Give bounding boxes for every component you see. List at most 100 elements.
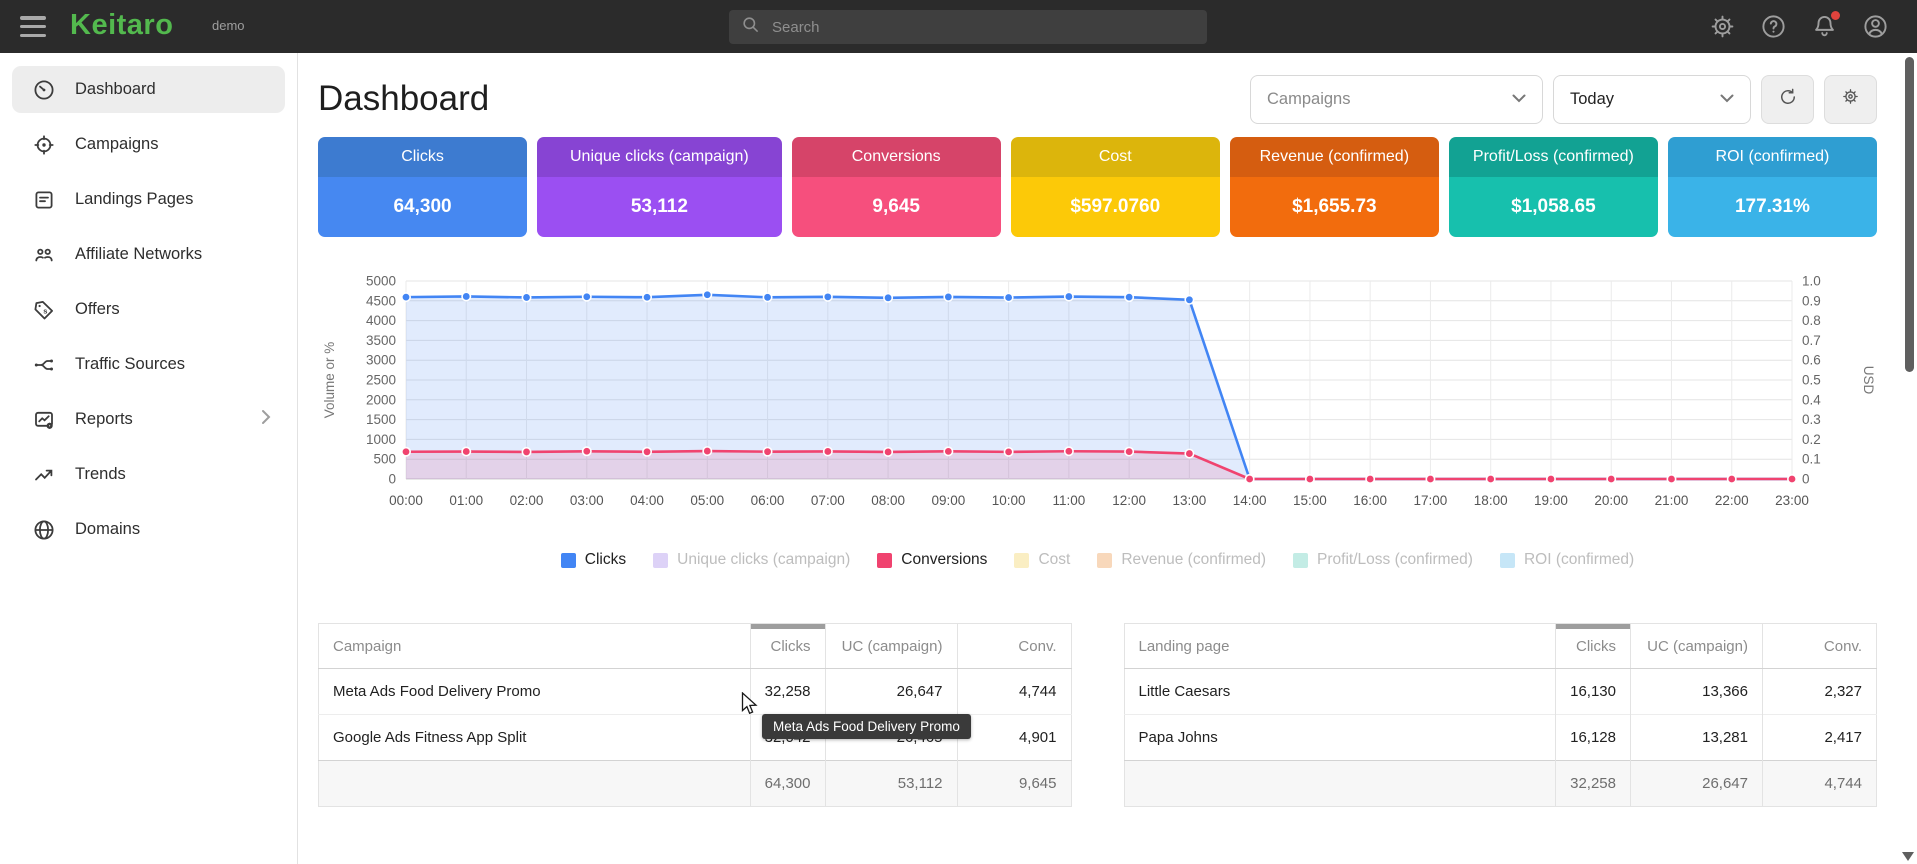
date-range-select[interactable]: Today xyxy=(1553,75,1751,124)
column-header-clicks[interactable]: Clicks xyxy=(1556,624,1631,669)
sidebar-item-affiliate-networks[interactable]: Affiliate Networks xyxy=(12,231,285,278)
stat-card-value: 64,300 xyxy=(318,177,527,237)
table-row[interactable]: Papa Johns16,12813,2812,417 xyxy=(1124,715,1877,761)
table-row[interactable]: Meta Ads Food Delivery Promo32,25826,647… xyxy=(319,669,1072,715)
svg-text:3000: 3000 xyxy=(366,353,396,368)
sidebar-item-offers[interactable]: sOffers xyxy=(12,286,285,333)
legend-item-conversions[interactable]: Conversions xyxy=(877,551,987,569)
refresh-icon xyxy=(1778,87,1798,112)
legend-item-revenue-confirmed-[interactable]: Revenue (confirmed) xyxy=(1097,551,1266,569)
sidebar-item-label: Traffic Sources xyxy=(75,355,185,374)
svg-text:04:00: 04:00 xyxy=(630,493,664,508)
svg-text:01:00: 01:00 xyxy=(449,493,483,508)
svg-text:s: s xyxy=(43,306,47,315)
svg-text:4500: 4500 xyxy=(366,293,396,308)
help-icon[interactable] xyxy=(1760,13,1787,40)
legend-item-profit-loss-confirmed-[interactable]: Profit/Loss (confirmed) xyxy=(1293,551,1473,569)
landings-table-container: Landing pageClicksUC (campaign)Conv.Litt… xyxy=(1124,623,1878,807)
stat-card-clicks[interactable]: Clicks64,300 xyxy=(318,137,527,237)
row-value-cell: 16,130 xyxy=(1556,669,1631,715)
traffic-chart: 005000.110000.215000.320000.425000.53000… xyxy=(318,267,1877,525)
svg-text:1.0: 1.0 xyxy=(1802,274,1821,289)
stat-card-profit-loss-confirmed-[interactable]: Profit/Loss (confirmed)$1,058.65 xyxy=(1449,137,1658,237)
landings-icon xyxy=(32,188,56,212)
sidebar-item-reports[interactable]: Reports xyxy=(12,396,285,443)
sidebar-item-domains[interactable]: Domains xyxy=(12,506,285,553)
column-header-uc-campaign-[interactable]: UC (campaign) xyxy=(1631,624,1763,669)
legend-swatch xyxy=(561,553,576,568)
table-footer-row: 64,30053,1129,645 xyxy=(319,761,1072,807)
mouse-cursor xyxy=(741,692,760,721)
column-header-conv-[interactable]: Conv. xyxy=(957,624,1071,669)
svg-text:08:00: 08:00 xyxy=(871,493,905,508)
refresh-button[interactable] xyxy=(1761,75,1814,124)
legend-label: Clicks xyxy=(585,551,626,569)
legend-swatch xyxy=(653,553,668,568)
svg-text:1000: 1000 xyxy=(366,432,396,447)
sidebar-item-trends[interactable]: Trends xyxy=(12,451,285,498)
footer-total-cell: 64,300 xyxy=(750,761,825,807)
search-bar[interactable] xyxy=(729,10,1207,44)
column-header-clicks[interactable]: Clicks xyxy=(750,624,825,669)
sort-indicator xyxy=(751,624,825,629)
svg-text:0.8: 0.8 xyxy=(1802,313,1821,328)
svg-text:16:00: 16:00 xyxy=(1353,493,1387,508)
stat-card-value: 177.31% xyxy=(1668,177,1877,237)
svg-text:0.1: 0.1 xyxy=(1802,452,1821,467)
account-icon[interactable] xyxy=(1862,13,1889,40)
row-value-cell: 2,417 xyxy=(1763,715,1877,761)
svg-text:20:00: 20:00 xyxy=(1594,493,1628,508)
svg-text:09:00: 09:00 xyxy=(931,493,965,508)
legend-label: Conversions xyxy=(901,551,987,569)
sidebar-item-campaigns[interactable]: Campaigns xyxy=(12,121,285,168)
row-value-cell: 26,647 xyxy=(825,669,957,715)
sidebar-item-traffic-sources[interactable]: Traffic Sources xyxy=(12,341,285,388)
sidebar-item-label: Domains xyxy=(75,520,140,539)
legend-swatch xyxy=(1293,553,1308,568)
svg-text:4000: 4000 xyxy=(366,313,396,328)
row-tooltip: Meta Ads Food Delivery Promo xyxy=(762,714,971,739)
table-footer-row: 32,25826,6474,744 xyxy=(1124,761,1877,807)
column-header-uc-campaign-[interactable]: UC (campaign) xyxy=(825,624,957,669)
legend-item-cost[interactable]: Cost xyxy=(1014,551,1070,569)
stat-card-revenue-confirmed-[interactable]: Revenue (confirmed)$1,655.73 xyxy=(1230,137,1439,237)
sidebar-item-dashboard[interactable]: Dashboard xyxy=(12,66,285,113)
legend-label: Revenue (confirmed) xyxy=(1121,551,1266,569)
table-row[interactable]: Little Caesars16,13013,3662,327 xyxy=(1124,669,1877,715)
column-header-landing-page[interactable]: Landing page xyxy=(1124,624,1556,669)
campaigns-filter-value: Campaigns xyxy=(1267,90,1350,109)
bell-icon[interactable] xyxy=(1811,13,1838,40)
sidebar-item-landings-pages[interactable]: Landings Pages xyxy=(12,176,285,223)
search-input[interactable] xyxy=(770,18,1195,37)
column-header-conv-[interactable]: Conv. xyxy=(1763,624,1877,669)
scrollbar-thumb[interactable] xyxy=(1905,57,1914,372)
footer-total-cell: 4,744 xyxy=(1763,761,1877,807)
row-value-cell: 32,258 xyxy=(750,669,825,715)
svg-text:2000: 2000 xyxy=(366,392,396,407)
gear-icon[interactable] xyxy=(1709,13,1736,40)
stat-card-label: Profit/Loss (confirmed) xyxy=(1449,137,1658,177)
campaigns-icon xyxy=(32,133,56,157)
legend-item-roi-confirmed-[interactable]: ROI (confirmed) xyxy=(1500,551,1634,569)
menu-toggle-icon[interactable] xyxy=(20,16,46,37)
legend-item-unique-clicks-campaign-[interactable]: Unique clicks (campaign) xyxy=(653,551,850,569)
stat-card-conversions[interactable]: Conversions9,645 xyxy=(792,137,1001,237)
legend-swatch xyxy=(1097,553,1112,568)
stat-card-unique-clicks-campaign-[interactable]: Unique clicks (campaign)53,112 xyxy=(537,137,782,237)
campaigns-filter-select[interactable]: Campaigns xyxy=(1250,75,1543,124)
domains-icon xyxy=(32,518,56,542)
sidebar-item-label: Reports xyxy=(75,410,133,429)
footer-total-cell: 32,258 xyxy=(1556,761,1631,807)
main-content: Dashboard Campaigns Today xyxy=(299,53,1917,864)
stat-card-roi-confirmed-[interactable]: ROI (confirmed)177.31% xyxy=(1668,137,1877,237)
footer-total-cell: 9,645 xyxy=(957,761,1071,807)
stat-card-value: $597.0760 xyxy=(1011,177,1220,237)
column-header-campaign[interactable]: Campaign xyxy=(319,624,751,669)
legend-item-clicks[interactable]: Clicks xyxy=(561,551,626,569)
svg-text:23:00: 23:00 xyxy=(1775,493,1809,508)
dashboard-settings-button[interactable] xyxy=(1824,75,1877,124)
stat-card-value: 9,645 xyxy=(792,177,1001,237)
chart-svg: 005000.110000.215000.320000.425000.53000… xyxy=(318,267,1876,525)
stat-card-cost[interactable]: Cost$597.0760 xyxy=(1011,137,1220,237)
scrollbar-down-arrow[interactable] xyxy=(1902,852,1914,861)
